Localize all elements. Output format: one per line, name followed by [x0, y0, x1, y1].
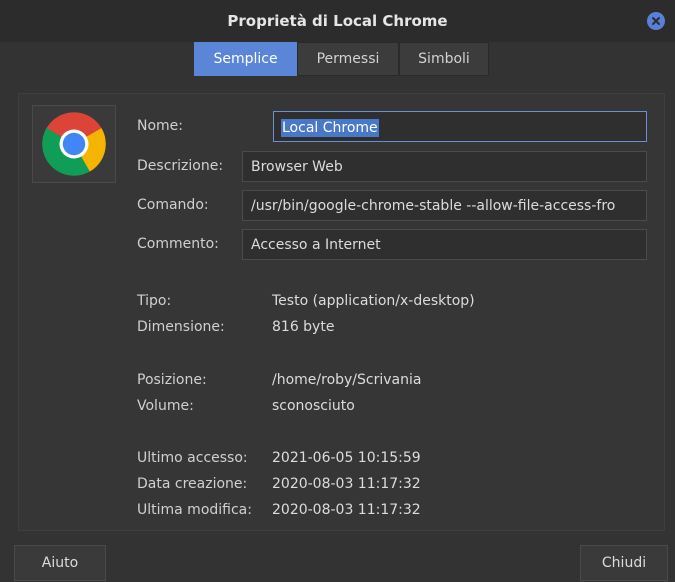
modified-label: Ultima modifica: [137, 502, 252, 518]
location-value: /home/roby/Scrivania [272, 372, 422, 388]
modified-value: 2020-08-03 11:17:32 [272, 502, 421, 518]
close-button[interactable]: Chiudi [580, 545, 668, 581]
window-title: Proprietà di Local Chrome [227, 12, 448, 30]
last-access-value: 2021-06-05 10:15:59 [272, 450, 421, 466]
location-label: Posizione: [137, 372, 207, 388]
close-icon [652, 17, 660, 25]
command-label: Comando: [137, 197, 209, 213]
tab-bar: Semplice Permessi Simboli [194, 42, 489, 76]
comment-label: Commento: [137, 236, 219, 252]
tab-permessi[interactable]: Permessi [297, 42, 399, 76]
description-field[interactable] [242, 151, 647, 182]
help-button[interactable]: Aiuto [14, 545, 106, 581]
name-field-value: Local Chrome [281, 119, 379, 137]
app-icon-button[interactable] [32, 105, 116, 183]
name-field[interactable]: Local Chrome [273, 111, 647, 142]
comment-field[interactable] [242, 229, 647, 260]
close-window-button[interactable] [647, 12, 665, 30]
name-label: Nome: [137, 118, 184, 134]
title-bar: Proprietà di Local Chrome [0, 0, 675, 42]
chrome-icon [42, 112, 106, 176]
volume-label: Volume: [137, 398, 194, 414]
type-value: Testo (application/x-desktop) [272, 293, 475, 309]
properties-dialog: Proprietà di Local Chrome Semplice Perme… [0, 0, 675, 582]
tab-semplice[interactable]: Semplice [194, 42, 297, 76]
created-label: Data creazione: [137, 476, 248, 492]
created-value: 2020-08-03 11:17:32 [272, 476, 421, 492]
size-label: Dimensione: [137, 319, 225, 335]
last-access-label: Ultimo accesso: [137, 450, 248, 466]
volume-value: sconosciuto [272, 398, 355, 414]
description-label: Descrizione: [137, 158, 224, 174]
tab-simboli[interactable]: Simboli [399, 42, 489, 76]
size-value: 816 byte [272, 319, 335, 335]
type-label: Tipo: [137, 293, 172, 309]
command-field[interactable] [242, 190, 647, 221]
